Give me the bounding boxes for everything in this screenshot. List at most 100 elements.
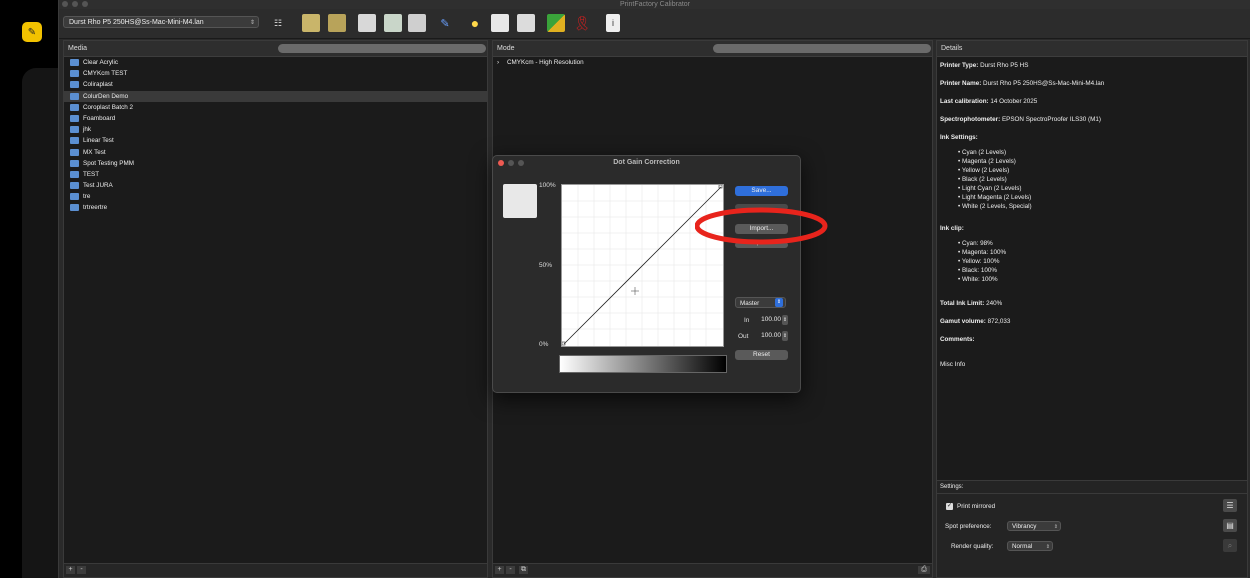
ink-clip-label: Ink clip: <box>940 225 964 232</box>
chevron-updown-icon: ⇕ <box>1045 544 1050 550</box>
media-item[interactable]: Test JURA <box>64 180 487 191</box>
printer-select[interactable]: Durst Rho P5 250HS@Ss-Mac-Mini-M4.lan ⇕ <box>63 16 259 28</box>
settings-header: Settings: <box>940 484 964 490</box>
media-item[interactable]: Foamboard <box>64 113 487 124</box>
printer-refresh-icon[interactable] <box>384 14 402 32</box>
folder-icon <box>70 137 79 145</box>
media-item[interactable]: CMYKcm TEST <box>64 68 487 79</box>
media-item[interactable]: Coroplast Batch 2 <box>64 102 487 113</box>
media-item-label: Foamboard <box>83 114 116 122</box>
folder-icon <box>70 126 79 134</box>
render-quality-select[interactable]: Normal ⇕ <box>1007 541 1053 551</box>
media-item-label: Spot Testing PMM <box>83 159 134 167</box>
spectro-value: EPSON SpectroProofer ILS30 (M1) <box>1001 116 1101 123</box>
media-item[interactable]: Linear Test <box>64 135 487 146</box>
folder-icon <box>70 103 79 111</box>
media-item[interactable]: Coliraplast <box>64 79 487 90</box>
remove-media-button[interactable]: - <box>77 566 86 574</box>
mode-search-field[interactable] <box>713 44 931 53</box>
media-list: Clear Acrylic CMYKcm TEST Coliraplast Colur… <box>64 57 487 214</box>
details-content: Printer Type: Durst Rho P5 HS Printer Na… <box>937 57 1247 477</box>
settings-sheet-icon[interactable]: ▤ <box>1223 519 1237 532</box>
folder-icon <box>70 114 79 122</box>
mode-header-label: Mode <box>497 45 515 52</box>
info-icon[interactable]: i <box>606 14 620 32</box>
spectro-label: Spectrophotometer: <box>940 116 1001 123</box>
media-item-label: Coliraplast <box>83 81 113 89</box>
save-button[interactable]: Save... <box>735 186 788 196</box>
media-item[interactable]: Clear Acrylic <box>64 57 487 68</box>
channel-select[interactable]: Master ⇕ <box>735 297 786 308</box>
folder-icon <box>70 193 79 201</box>
gamut-label: Gamut volume: <box>940 318 986 325</box>
dialog-title: Dot Gain Correction <box>613 159 680 166</box>
pen-icon[interactable]: ✎ <box>436 14 454 32</box>
printer-name-value: Durst Rho P5 250HS@Ss-Mac-Mini-M4.lan <box>983 80 1105 87</box>
printer-icon[interactable] <box>358 14 376 32</box>
ink-setting-item: • White (2 Levels, Special) <box>958 203 1032 210</box>
media-icon[interactable] <box>302 14 320 32</box>
printer-settings-icon[interactable] <box>408 14 426 32</box>
printer-select-value: Durst Rho P5 250HS@Ss-Mac-Mini-M4.lan <box>69 19 204 26</box>
y-axis-mid-label: 50% <box>539 262 553 269</box>
ink-setting-item: • Light Magenta (2 Levels) <box>958 194 1032 201</box>
media-item[interactable]: trtreertre <box>64 202 487 213</box>
settings-search-icon[interactable]: ⌕ <box>1223 539 1237 552</box>
print-mode-button[interactable]: ⎙ <box>918 566 930 574</box>
title-bar: PrintFactory Calibrator <box>59 0 1250 9</box>
render-quality-value: Normal <box>1012 543 1033 550</box>
close-window-icon[interactable] <box>62 1 68 7</box>
in-stepper[interactable]: ⇕ <box>782 315 788 325</box>
in-value-field[interactable]: 100.00 <box>753 315 781 325</box>
media-item[interactable]: TEST <box>64 169 487 180</box>
zoom-window-icon[interactable] <box>82 1 88 7</box>
settings-list-icon[interactable]: ☰ <box>1223 499 1237 512</box>
folder-icon <box>70 148 79 156</box>
add-media-button[interactable]: + <box>66 566 75 574</box>
folder-icon <box>70 204 79 212</box>
comments-label: Comments: <box>940 336 975 343</box>
clipboard-edit-icon[interactable] <box>517 14 535 32</box>
add-mode-button[interactable]: + <box>495 566 504 574</box>
duplicate-mode-button[interactable]: ⧉ <box>519 566 528 574</box>
sun-icon[interactable]: ● <box>466 14 484 32</box>
list-icon[interactable]: ☷ <box>269 14 287 32</box>
printer-name-label: Printer Name: <box>940 80 982 87</box>
media-item[interactable]: jhk <box>64 124 487 135</box>
media-item-label: jhk <box>83 126 92 134</box>
ink-setting-item: • Cyan (2 Levels) <box>958 149 1007 156</box>
out-stepper[interactable]: ⇕ <box>782 331 788 341</box>
app-tile-icon[interactable]: ✎ <box>22 22 42 42</box>
minimize-window-icon[interactable] <box>72 1 78 7</box>
mode-footer: + - ⧉ ⎙ <box>493 563 932 577</box>
folder-icon <box>70 159 79 167</box>
folder-icon <box>70 81 79 89</box>
print-mirrored-checkbox[interactable]: ✓ <box>946 503 953 510</box>
spot-preference-select[interactable]: Vibrancy ⇕ <box>1007 521 1061 531</box>
ink-clip-heading: Ink clip: <box>940 225 964 232</box>
total-ink-value: 240% <box>986 300 1003 307</box>
ribbon-icon[interactable]: 🎗 <box>573 14 591 32</box>
media-item-label: TEST <box>83 170 100 178</box>
color-swatch-icon[interactable] <box>547 14 565 32</box>
media-alt-icon[interactable] <box>328 14 346 32</box>
media-panel: Media Clear Acrylic CMYKcm TEST Coliraplas… <box>63 40 488 578</box>
media-item[interactable]: ColurDen Demo <box>64 90 487 102</box>
media-item[interactable]: Spot Testing PMM <box>64 158 487 169</box>
window-title: PrintFactory Calibrator <box>619 1 691 8</box>
out-value-field[interactable]: 100.00 <box>753 331 781 341</box>
mode-item[interactable]: › CMYKcm - High Resolution <box>493 57 932 68</box>
reset-button[interactable]: Reset <box>735 350 788 360</box>
printer-name-row: Printer Name: Durst Rho P5 250HS@Ss-Mac-… <box>940 80 1104 87</box>
document-edit-icon[interactable] <box>491 14 509 32</box>
media-item-label: ColurDen Demo <box>83 92 129 100</box>
media-search-field[interactable] <box>278 44 486 53</box>
desktop-window-shadow <box>22 68 62 578</box>
toolbar: Durst Rho P5 250HS@Ss-Mac-Mini-M4.lan ⇕ … <box>59 9 1250 39</box>
mode-item-label: CMYKcm - High Resolution <box>507 59 584 66</box>
media-item[interactable]: tre <box>64 191 487 202</box>
media-item[interactable]: MX Test <box>64 147 487 158</box>
disclosure-chevron-icon[interactable]: › <box>497 57 499 68</box>
remove-mode-button[interactable]: - <box>506 566 515 574</box>
ink-settings-label: Ink Settings: <box>940 134 978 141</box>
